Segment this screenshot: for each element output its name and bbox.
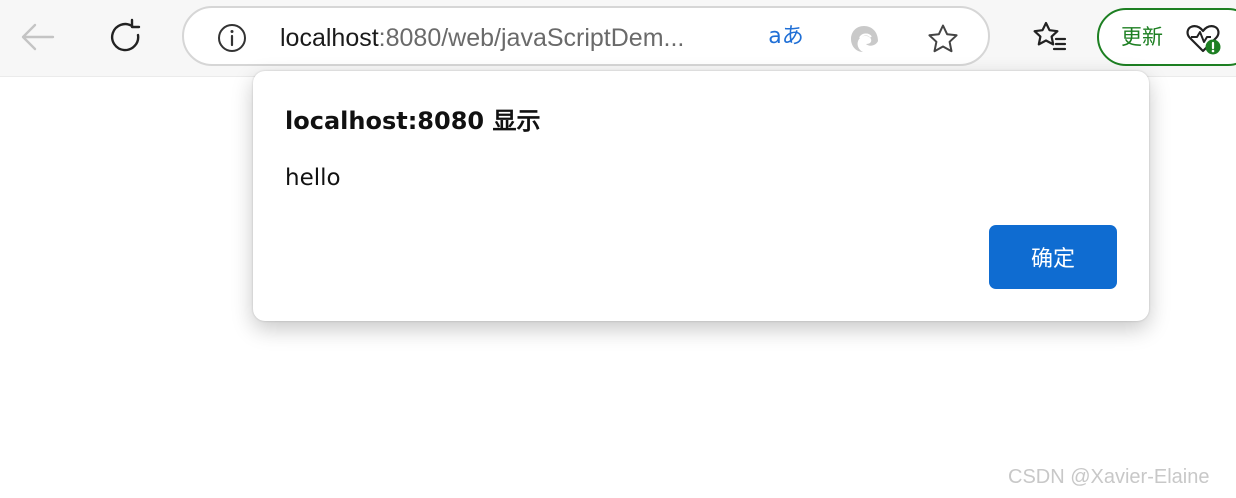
back-arrow-icon: [21, 23, 55, 51]
star-icon[interactable]: [926, 22, 960, 56]
update-button[interactable]: 更新: [1097, 8, 1236, 66]
favorites-icon: [1033, 21, 1067, 51]
refresh-icon: [111, 18, 141, 52]
browser-essentials-icon: [1186, 25, 1221, 55]
url-path: :8080/web/javaScriptDem...: [378, 24, 685, 52]
url-host: localhost: [280, 24, 379, 52]
favorites-button[interactable]: [1027, 15, 1071, 59]
watermark: CSDN @Xavier-Elaine: [1008, 466, 1210, 488]
url-text[interactable]: localhost:8080/web/javaScriptDem...: [280, 22, 684, 54]
update-label: 更新: [1121, 25, 1163, 49]
alert-dialog: localhost:8080 显示 hello 确定: [253, 71, 1149, 321]
ok-button[interactable]: 确定: [989, 225, 1117, 289]
back-button[interactable]: [15, 15, 59, 59]
browser-toolbar: localhost:8080/web/javaScriptDem... aあ 更…: [0, 0, 1236, 77]
dialog-message: hello: [285, 165, 341, 191]
info-icon[interactable]: [216, 22, 248, 54]
refresh-button[interactable]: [103, 15, 147, 59]
translate-icon[interactable]: aあ: [768, 20, 804, 54]
address-bar[interactable]: localhost:8080/web/javaScriptDem... aあ: [182, 6, 990, 66]
edge-icon[interactable]: [848, 22, 882, 56]
dialog-title: localhost:8080 显示: [285, 107, 541, 135]
